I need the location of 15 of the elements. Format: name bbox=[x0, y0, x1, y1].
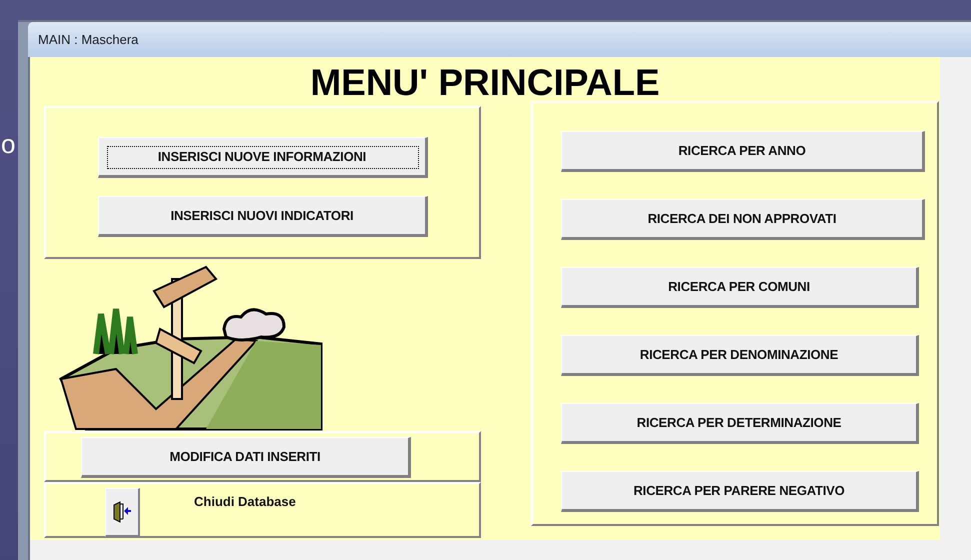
search-button[interactable]: RICERCA PER DENOMINAZIONE bbox=[561, 335, 919, 376]
search-button[interactable]: RICERCA PER ANNO bbox=[561, 131, 925, 172]
exit-button[interactable] bbox=[105, 488, 140, 537]
background-slide-text: o bbox=[1, 128, 16, 160]
search-button[interactable]: RICERCA PER PARERE NEGATIVO bbox=[561, 471, 919, 512]
insert-button[interactable]: INSERISCI NUOVI INDICATORI bbox=[98, 196, 428, 237]
close-database-label: Chiudi Database bbox=[194, 494, 296, 509]
edit-data-button[interactable]: MODIFICA DATI INSERITI bbox=[81, 437, 411, 478]
search-button[interactable]: RICERCA PER DETERMINAZIONE bbox=[561, 403, 919, 444]
door-arrow-icon bbox=[113, 501, 131, 523]
form-heading: MENU' PRINCIPALE bbox=[309, 63, 661, 103]
search-button[interactable]: RICERCA DEI NON APPROVATI bbox=[561, 199, 925, 240]
window-title: MAIN : Maschera bbox=[38, 32, 138, 47]
search-button[interactable]: RICERCA PER COMUNI bbox=[561, 267, 919, 308]
insert-button[interactable]: INSERISCI NUOVE INFORMAZIONI bbox=[98, 137, 428, 178]
